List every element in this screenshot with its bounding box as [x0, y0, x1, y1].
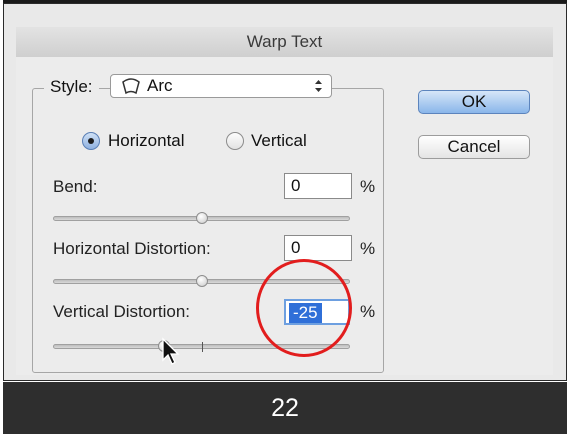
style-select-value: Arc [147, 76, 173, 95]
radio-vertical-button[interactable] [226, 132, 244, 150]
radio-horizontal-button[interactable] [82, 132, 100, 150]
style-label: Style: [44, 75, 99, 99]
red-highlight-circle [256, 259, 352, 357]
dialog-titlebar: Warp Text [16, 27, 553, 58]
vertical-distortion-slider-center-tick [202, 342, 203, 352]
mouse-pointer-icon [162, 337, 180, 365]
horizontal-distortion-input[interactable]: 0 [284, 235, 352, 261]
style-select[interactable]: Arc [110, 74, 332, 98]
radio-vertical-label: Vertical [251, 131, 307, 150]
radio-horizontal-label: Horizontal [108, 131, 185, 150]
bend-slider-thumb[interactable] [195, 212, 208, 224]
arc-warp-icon [122, 78, 140, 95]
bend-percent: % [360, 177, 376, 196]
horizontal-distortion-percent: % [360, 239, 376, 258]
vertical-distortion-label: Vertical Distortion: [53, 302, 190, 321]
bend-label: Bend: [53, 177, 98, 196]
ok-button[interactable]: OK [418, 90, 530, 114]
vertical-distortion-percent: % [360, 302, 376, 321]
dialog-title: Warp Text [246, 32, 323, 51]
select-updown-icon [315, 80, 322, 92]
page-number-bar: 22 [3, 382, 567, 434]
page-number: 22 [271, 394, 299, 422]
bend-input[interactable]: 0 [284, 173, 352, 199]
radio-vertical[interactable]: Vertical [226, 128, 336, 154]
cancel-button[interactable]: Cancel [418, 135, 530, 159]
horizontal-distortion-slider-thumb[interactable] [195, 275, 208, 287]
horizontal-distortion-label: Horizontal Distortion: [53, 239, 211, 258]
radio-horizontal[interactable]: Horizontal [82, 128, 222, 154]
